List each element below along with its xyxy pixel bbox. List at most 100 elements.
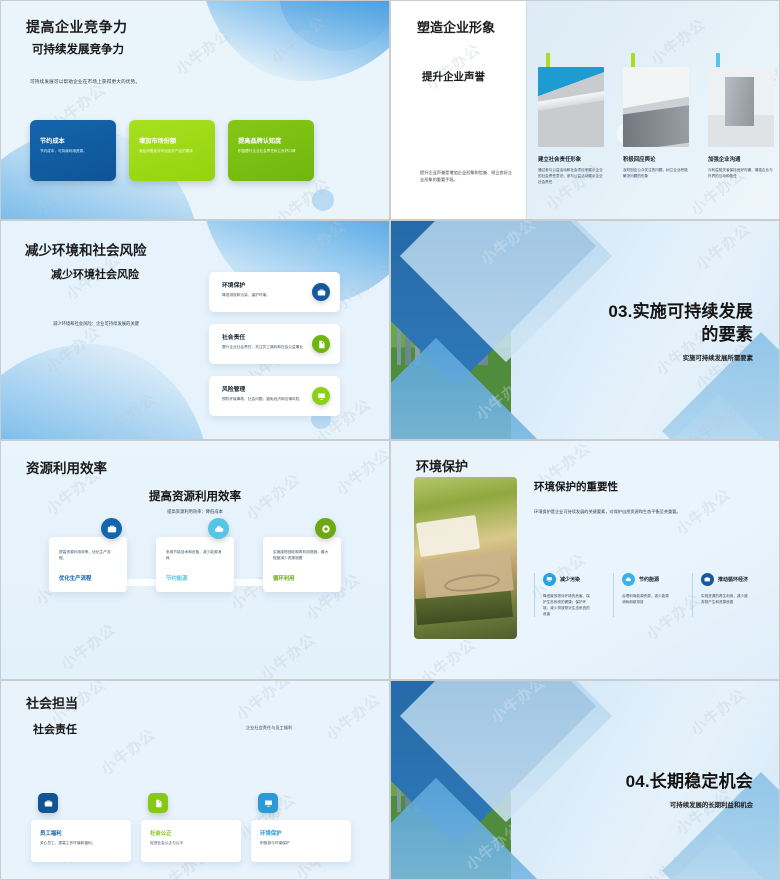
slide-section-03[interactable]: 小牛办公 小牛办公 小牛办公 小牛办公 小牛办公 小牛办公 03.实施可持续发展… [390, 220, 780, 440]
benefit-card[interactable]: 增加市场份额 满足消费者对环适友好产品的需求 [129, 120, 215, 181]
process-step[interactable]: 实施废物回收和再利用措施，最大程度减少资源浪费 循环利用 [263, 518, 341, 593]
image-column[interactable]: 积极回应舆论 及时回应公众关注的问题，树立企业积极解决问题的形象 [623, 53, 689, 185]
risk-card[interactable]: 社会责任 履行企业社会责任，关注员工福利和社会公益事业 [209, 324, 340, 364]
slide-social-responsibility[interactable]: 小牛办公 小牛办公 小牛办公 小牛办公 小牛办公 小牛办公 小牛办公 小牛办公 … [0, 680, 390, 880]
slide-heading: 环境保护的重要性 [534, 481, 618, 493]
step-text: 采用节能技术和设备，减少能源消耗 [166, 550, 222, 561]
slide-title: 环境保护 [416, 459, 469, 474]
column-text: 及时回应公众关注的问题，树立企业积极解决问题的形象 [623, 168, 688, 179]
card-label: 增加市场份额 [139, 138, 177, 145]
benefit-card[interactable]: 提高品牌认知度 积极履行企业社会责任树立良好口碑 [228, 120, 314, 181]
step-text: 实施废物回收和再利用措施，最大程度减少资源浪费 [273, 550, 329, 561]
section-subtitle: 可持续发展的长期利益和机会 [669, 801, 753, 809]
briefcase-icon [101, 518, 122, 539]
benefit-card-list: 节约成本 节约成本，可持续利用资源。 增加市场份额 满足消费者对环适友好产品的需… [30, 120, 314, 181]
section-title: 04.长期稳定机会 [625, 772, 753, 791]
responsibility-card-list: 员工福利 关心员工，提高工作环境和福利。 社会公正 促进社会公正与公平 环境保护… [31, 793, 351, 862]
briefcase-icon [38, 793, 58, 813]
slide-subtitle: 可持续发展竞争力 [32, 44, 124, 56]
slide-subtitle: 减少环境社会风险 [51, 269, 139, 281]
monitor-icon [312, 387, 330, 405]
slide-subtitle: 提高资源利用效率 [149, 491, 241, 503]
column-label: 积极回应舆论 [623, 157, 656, 163]
slide-environment[interactable]: 小牛办公 小牛办公 小牛办公 小牛办公 小牛办公 环境保护 环境保护的重要性 环… [390, 440, 780, 680]
card-label: 员工福利 [40, 831, 62, 837]
card-text: 积极参与环境保护 [260, 841, 290, 845]
risk-card[interactable]: 风险管理 预防环境事故、社会问题，避免经济和法律风险 [209, 376, 340, 416]
slide-competitiveness[interactable]: 小牛办公 小牛办公 小牛办公 小牛办公 小牛办公 小牛办公 提高企业竞争力 可持… [0, 0, 390, 220]
card-text: 节约成本，可持续利用资源。 [40, 149, 87, 153]
slide-description: 提高资源利用效率：降低成本 [167, 509, 223, 514]
recycle-icon [315, 518, 336, 539]
column-text: 降低废放物对环境的危害、保护生态系统的健康；保护环境，减少排放物对生态系统的危害 [543, 594, 590, 617]
slide-subtitle: 社会责任 [33, 724, 77, 736]
column-label: 推动循环经济 [718, 577, 749, 583]
building-photo [708, 67, 774, 147]
section-title-line2: 的要素 [701, 324, 753, 344]
cloud-icon [622, 573, 635, 586]
environment-column[interactable]: 减少污染 降低废放物对环境的危害、保护生态系统的健康；保护环境，减少排放物对生态… [534, 573, 590, 618]
column-text: 实现资源的再生利用，减少废弃物产生和资源浪费 [701, 594, 748, 605]
section-title: 03.实施可持续发展 [608, 302, 753, 321]
decor-blob-bottom-left [1, 344, 211, 439]
slide-corporate-image[interactable]: 01 02 小牛办公 小牛办公 小牛办公 小牛办公 小牛办公 塑造企业形象 提升… [390, 0, 780, 220]
responsibility-card[interactable]: 员工福利 关心员工，提高工作环境和福利。 [31, 793, 131, 862]
image-column[interactable]: 建立社会责任形象 通过参与公益活动和社会项目来展示企业的社会责任意识；参与公益活… [538, 53, 604, 185]
building-photo [538, 67, 604, 147]
monitor-icon [258, 793, 278, 813]
slide-description: 提升企业声誉是增加企业形象和信誉、树立良好企业形象的重要手段。 [420, 170, 513, 183]
risk-card-list: 环境保护 降低排放和污染，保护环境。 社会责任 履行企业社会责任，关注员工福利和… [209, 272, 340, 416]
slide-section-04[interactable]: 小牛办公 小牛办公 小牛办公 小牛办公 小牛办公 04.长期稳定机会 可持续发展… [390, 680, 780, 880]
column-label: 节约能源 [639, 577, 660, 583]
card-label: 环境保护 [222, 283, 246, 289]
responsibility-card[interactable]: 环境保护 积极参与环境保护 [251, 793, 351, 862]
section-subtitle: 实施可持续发展所需要素 [682, 354, 753, 362]
document-icon [312, 335, 330, 353]
slide-note: 企业社会责任与员工福利 [246, 725, 293, 730]
benefit-card[interactable]: 节约成本 节约成本，可持续利用资源。 [30, 120, 116, 181]
panel-divider [526, 1, 527, 219]
card-text: 预防环境事故、社会问题，避免经济和法律风险 [222, 397, 300, 401]
environment-column[interactable]: 节约能源 合理利用能源资源，减少能源消耗和碳排放 [613, 573, 669, 618]
card-text: 履行企业社会责任，关注员工福利和社会公益事业 [222, 345, 304, 349]
monitor-icon [543, 573, 556, 586]
card-label: 环境保护 [260, 831, 282, 837]
slide-title: 社会担当 [26, 696, 79, 711]
step-label: 节约能源 [166, 576, 188, 583]
column-text: 合理利用能源资源，减少能源消耗和碳排放 [622, 594, 669, 605]
slide-resource-efficiency[interactable]: 小牛办公 小牛办公 小牛办公 小牛办公 小牛办公 小牛办公 小牛办公 小牛办公 … [0, 440, 390, 680]
slide-subtitle: 提升企业声誉 [422, 71, 485, 83]
card-label: 节约成本 [40, 138, 65, 145]
document-icon [148, 793, 168, 813]
slide-description: 减少环境和社会风险：企业可持续发展的关键 [53, 321, 139, 326]
step-label: 循环利用 [273, 576, 295, 583]
card-label: 社会责任 [222, 335, 246, 341]
process-step-list: 提高资源利用效率、优化生产流程。 优化生产流程 采用节能技术和设备，减少能源消耗… [49, 518, 341, 593]
process-step[interactable]: 提高资源利用效率、优化生产流程。 优化生产流程 [49, 518, 127, 593]
step-text: 提高资源利用效率、优化生产流程。 [59, 550, 111, 561]
slide-description: 可持续发展可以帮助企业在市场上获得更大的优势。 [30, 79, 141, 84]
briefcase-icon [312, 283, 330, 301]
process-step[interactable]: 采用节能技术和设备，减少能源消耗 节约能源 [156, 518, 234, 593]
environment-column-list: 减少污染 降低废放物对环境的危害、保护生态系统的健康；保护环境，减少排放物对生态… [534, 573, 749, 618]
column-label: 建立社会责任形象 [538, 157, 582, 163]
image-column-list: 建立社会责任形象 通过参与公益活动和社会项目来展示企业的社会责任意识；参与公益活… [538, 53, 774, 185]
briefcase-icon [701, 573, 714, 586]
responsibility-card[interactable]: 社会公正 促进社会公正与公平 [141, 793, 241, 862]
slide-reduce-risk[interactable]: 小牛办公 小牛办公 小牛办公 小牛办公 小牛办公 小牛办公 小牛办公 减少环境和… [0, 220, 390, 440]
nature-book-photo [414, 477, 517, 639]
card-text: 关心员工，提高工作环境和福利。 [40, 841, 96, 845]
cloud-icon [208, 518, 229, 539]
card-text: 促进社会公正与公平 [150, 841, 184, 845]
column-label: 加强企业沟通 [708, 157, 741, 163]
environment-column[interactable]: 推动循环经济 实现资源的再生利用，减少废弃物产生和资源浪费 [692, 573, 749, 618]
slide-description: 环境保护是企业可持续发展的关键要素，对保护自然资源和生态平衡至关重要。 [534, 509, 681, 514]
risk-card[interactable]: 环境保护 降低排放和污染，保护环境。 [209, 272, 340, 312]
image-column[interactable]: 加强企业沟通 与利益相关者保持良好沟通，增强企业与外界的互动和信任 [708, 53, 774, 185]
card-label: 风险管理 [222, 387, 246, 393]
book-page-shape [415, 514, 481, 558]
decor-dot [312, 189, 334, 211]
slide-title: 提高企业竞争力 [26, 19, 128, 35]
card-text: 满足消费者对环适友好产品的需求 [139, 149, 193, 153]
slide-deck-grid: 小牛办公 小牛办公 小牛办公 小牛办公 小牛办公 小牛办公 提高企业竞争力 可持… [0, 0, 780, 880]
